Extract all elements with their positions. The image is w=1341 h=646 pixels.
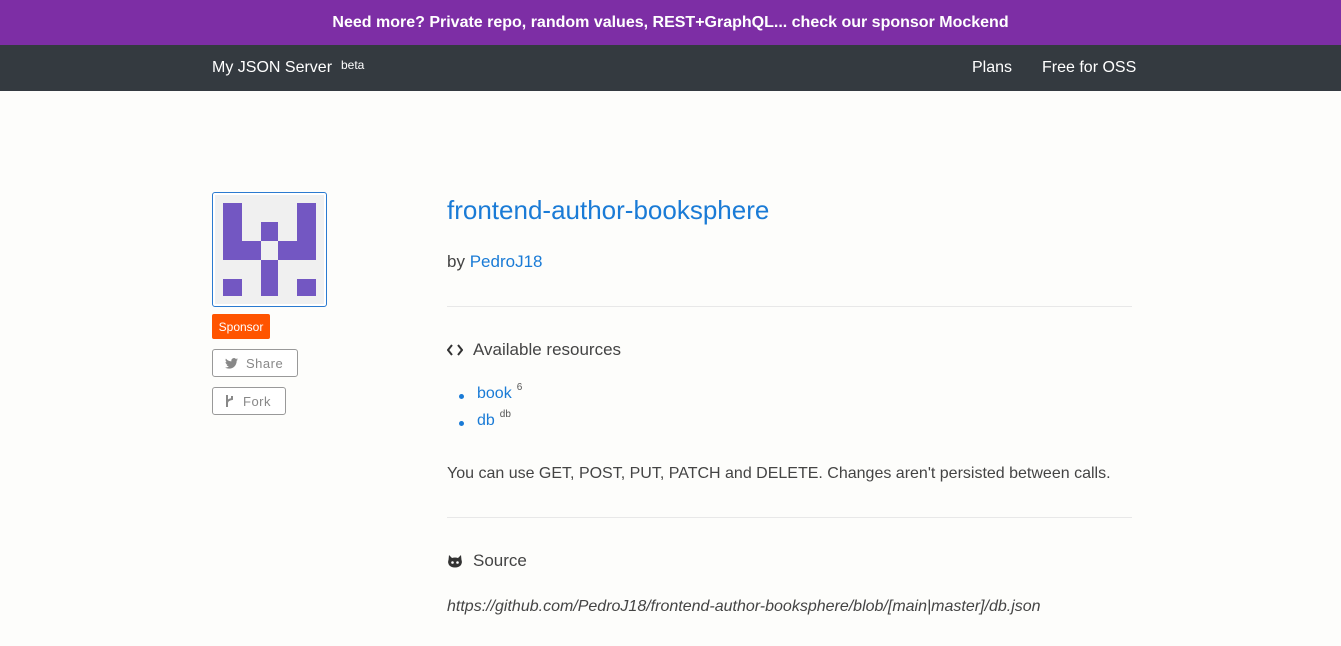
by-label: by [447, 252, 465, 271]
nav-free-oss-link[interactable]: Free for OSS [1042, 59, 1136, 77]
bullet [459, 394, 464, 399]
divider [447, 517, 1132, 518]
source-heading-label: Source [473, 551, 527, 570]
beta-badge: beta [341, 58, 365, 72]
git-fork-icon [226, 395, 233, 407]
bullet [459, 421, 464, 426]
resource-count: db [499, 409, 511, 420]
twitter-icon [225, 357, 238, 369]
source-url: https://github.com/PedroJ18/frontend-aut… [447, 598, 1041, 615]
sponsor-banner-text[interactable]: Need more? Private repo, random values, … [332, 14, 1008, 32]
nav-plans-link[interactable]: Plans [972, 59, 1012, 77]
resource-list: book 6 db db [459, 382, 523, 439]
author-link[interactable]: PedroJ18 [470, 252, 543, 271]
sponsor-button[interactable]: Sponsor [212, 314, 270, 339]
resource-count: 6 [516, 382, 523, 393]
methods-info: You can use GET, POST, PUT, PATCH and DE… [447, 465, 1111, 482]
resources-heading-label: Available resources [473, 340, 622, 359]
sponsor-banner[interactable]: Need more? Private repo, random values, … [0, 0, 1341, 45]
divider [447, 306, 1132, 307]
sponsor-label: Sponsor [218, 319, 264, 334]
brand-link[interactable]: My JSON Server [212, 59, 332, 77]
code-icon [447, 344, 463, 356]
list-item: book 6 [459, 382, 523, 412]
share-label: Share [246, 355, 284, 371]
source-heading: Source [447, 551, 527, 571]
github-icon [448, 555, 462, 568]
fork-button[interactable]: Fork [212, 387, 286, 415]
resource-link-db[interactable]: db [477, 412, 495, 430]
fork-label: Fork [243, 393, 271, 409]
list-item: db db [459, 409, 522, 439]
resource-link-book[interactable]: book [477, 385, 512, 403]
byline: by PedroJ18 [447, 252, 542, 272]
resources-heading: Available resources [447, 340, 621, 360]
repo-avatar [212, 192, 327, 307]
share-button[interactable]: Share [212, 349, 298, 377]
navbar: My JSON Server beta Plans Free for OSS [0, 45, 1341, 91]
repo-title-link[interactable]: frontend-author-booksphere [447, 195, 769, 226]
identicon-icon [215, 195, 324, 304]
